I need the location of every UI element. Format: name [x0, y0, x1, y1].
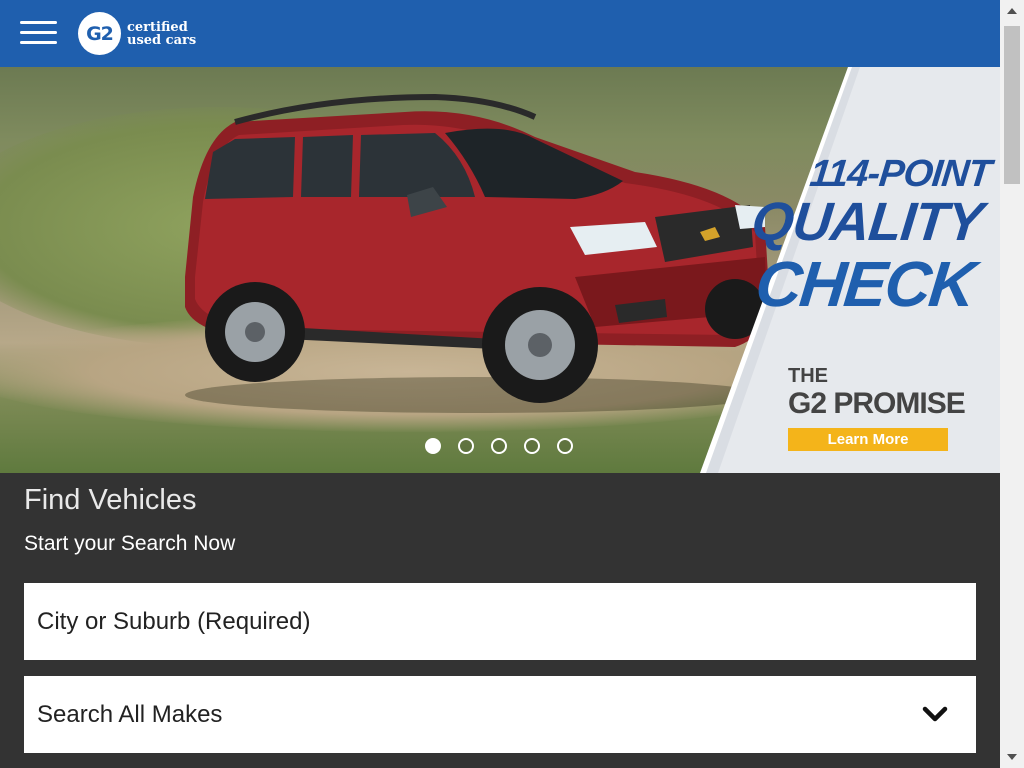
search-title: Find Vehicles	[24, 484, 197, 516]
city-suburb-placeholder: City or Suburb (Required)	[37, 607, 311, 635]
scroll-up-arrow-icon[interactable]	[1000, 0, 1024, 22]
hero-car-image	[185, 93, 770, 413]
makes-selected-value: Search All Makes	[37, 700, 223, 728]
carousel-dot-1[interactable]	[425, 438, 441, 454]
search-subtitle: Start your Search Now	[24, 532, 236, 555]
page-scrollbar[interactable]	[1000, 0, 1024, 768]
logo-line-2: used cars	[127, 32, 197, 48]
hero-carousel[interactable]: 114-POINT QUALITY CHECK THE G2 PROMISE L…	[0, 67, 1000, 473]
chevron-down-icon	[922, 706, 948, 722]
carousel-dot-3[interactable]	[491, 438, 507, 454]
city-suburb-input[interactable]: City or Suburb (Required)	[24, 583, 976, 660]
makes-select[interactable]: Search All Makes	[24, 676, 976, 753]
learn-more-button[interactable]: Learn More	[788, 428, 948, 451]
scroll-down-arrow-icon[interactable]	[1000, 746, 1024, 768]
site-header: G2 certified used cars	[0, 0, 1000, 67]
promo-block: THE G2 PROMISE Learn More	[700, 67, 1000, 473]
vehicle-search-panel: Find Vehicles Start your Search Now City…	[0, 473, 1000, 768]
logo-line-1: certified	[127, 19, 188, 35]
site-logo[interactable]: G2 certified used cars	[78, 12, 196, 55]
carousel-dot-4[interactable]	[524, 438, 540, 454]
scrollbar-thumb[interactable]	[1004, 26, 1020, 184]
carousel-dots	[425, 438, 573, 454]
promo-g2-promise: G2 PROMISE	[788, 387, 966, 420]
logo-text: certified used cars	[127, 21, 196, 47]
page: G2 certified used cars 114-POINT QUALITY…	[0, 0, 1024, 768]
logo-mark: G2	[78, 12, 121, 55]
promo-the: THE	[788, 365, 828, 387]
hamburger-icon[interactable]	[20, 21, 57, 47]
carousel-dot-2[interactable]	[458, 438, 474, 454]
carousel-dot-5[interactable]	[557, 438, 573, 454]
